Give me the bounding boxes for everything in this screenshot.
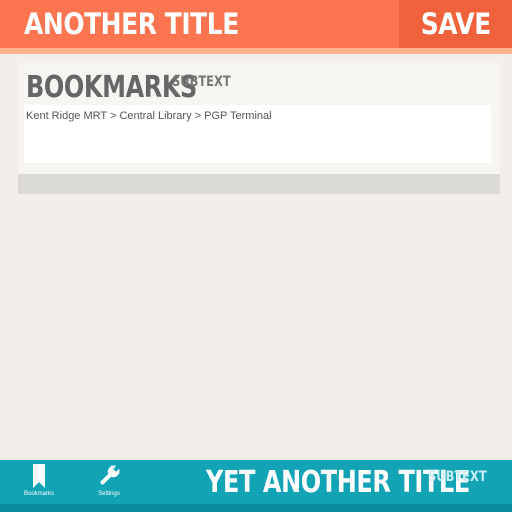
bookmark-icon <box>33 464 45 488</box>
nav-item-bookmarks-label: Bookmarks <box>23 491 54 497</box>
save-button-label: SAVE <box>420 7 491 41</box>
wrench-icon <box>100 465 120 485</box>
save-button[interactable]: SAVE <box>399 0 512 48</box>
bookmark-route-text: Kent Ridge MRT > Central Library > PGP T… <box>26 110 272 122</box>
nav-item-settings[interactable]: Settings <box>84 464 134 504</box>
page-title: ANOTHER TITLE <box>24 7 239 41</box>
bottom-bar-subtext: SUBTEXT <box>428 469 487 485</box>
top-app-bar-accent-strip <box>0 48 512 54</box>
card-subtext: SUBTEXT <box>172 74 231 90</box>
nav-item-bookmarks[interactable]: Bookmarks <box>14 464 64 504</box>
bookmarks-card-footer <box>18 174 500 194</box>
nav-item-settings-label: Settings <box>98 491 120 497</box>
bottom-nav-accent-strip <box>0 504 512 512</box>
